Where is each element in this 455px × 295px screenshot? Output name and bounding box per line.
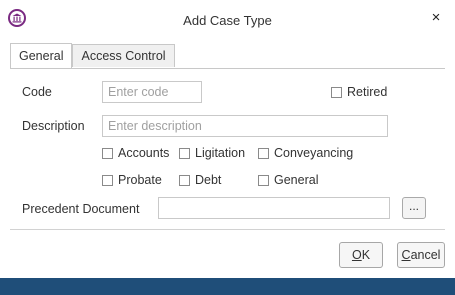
footer-divider: [10, 229, 445, 230]
tab-access-control[interactable]: Access Control: [72, 44, 175, 67]
probate-checkbox-box[interactable]: [102, 174, 113, 186]
ligitation-label: Ligitation: [195, 146, 246, 160]
add-case-type-dialog: Add Case Type × General Access Control C…: [0, 0, 455, 295]
ok-button[interactable]: OK: [339, 242, 383, 268]
probate-label: Probate: [118, 173, 162, 187]
tab-general[interactable]: General: [10, 43, 73, 68]
bottom-accent-bar: [0, 278, 455, 295]
code-input[interactable]: [102, 81, 202, 103]
conveyancing-checkbox-box[interactable]: [258, 147, 269, 159]
ok-label-rest: K: [361, 248, 371, 262]
accounts-checkbox-box[interactable]: [102, 147, 113, 159]
accounts-checkbox[interactable]: Accounts: [102, 146, 169, 160]
ligitation-checkbox[interactable]: Ligitation: [179, 146, 245, 160]
accounts-label: Accounts: [118, 146, 170, 160]
retired-checkbox[interactable]: Retired: [331, 85, 387, 99]
description-input[interactable]: [102, 115, 388, 137]
cancel-mnemonic: C: [401, 248, 411, 262]
close-icon[interactable]: ×: [427, 9, 445, 27]
retired-checkbox-box[interactable]: [331, 86, 342, 98]
cancel-label-rest: ancel: [410, 248, 441, 262]
general-tab-panel: Code Retired Description Accounts Ligita…: [10, 68, 445, 229]
retired-label: Retired: [347, 85, 388, 99]
general-checkbox-box[interactable]: [258, 174, 269, 186]
tab-strip: General Access Control: [10, 43, 175, 68]
dialog-title: Add Case Type: [183, 13, 272, 28]
general-label: General: [274, 173, 319, 187]
precedent-document-input[interactable]: [158, 197, 390, 219]
debt-checkbox-box[interactable]: [179, 174, 190, 186]
cancel-button[interactable]: Cancel: [397, 242, 445, 268]
ligitation-checkbox-box[interactable]: [179, 147, 190, 159]
ok-mnemonic: O: [351, 248, 362, 262]
general-checkbox[interactable]: General: [258, 173, 318, 187]
conveyancing-checkbox[interactable]: Conveyancing: [258, 146, 353, 160]
precedent-document-label: Precedent Document: [22, 202, 140, 216]
conveyancing-label: Conveyancing: [274, 146, 354, 160]
browse-button[interactable]: ...: [402, 197, 426, 219]
debt-label: Debt: [195, 173, 222, 187]
code-label: Code: [22, 85, 52, 99]
probate-checkbox[interactable]: Probate: [102, 173, 162, 187]
title-bar: Add Case Type ×: [0, 0, 455, 38]
debt-checkbox[interactable]: Debt: [179, 173, 221, 187]
description-label: Description: [22, 119, 85, 133]
